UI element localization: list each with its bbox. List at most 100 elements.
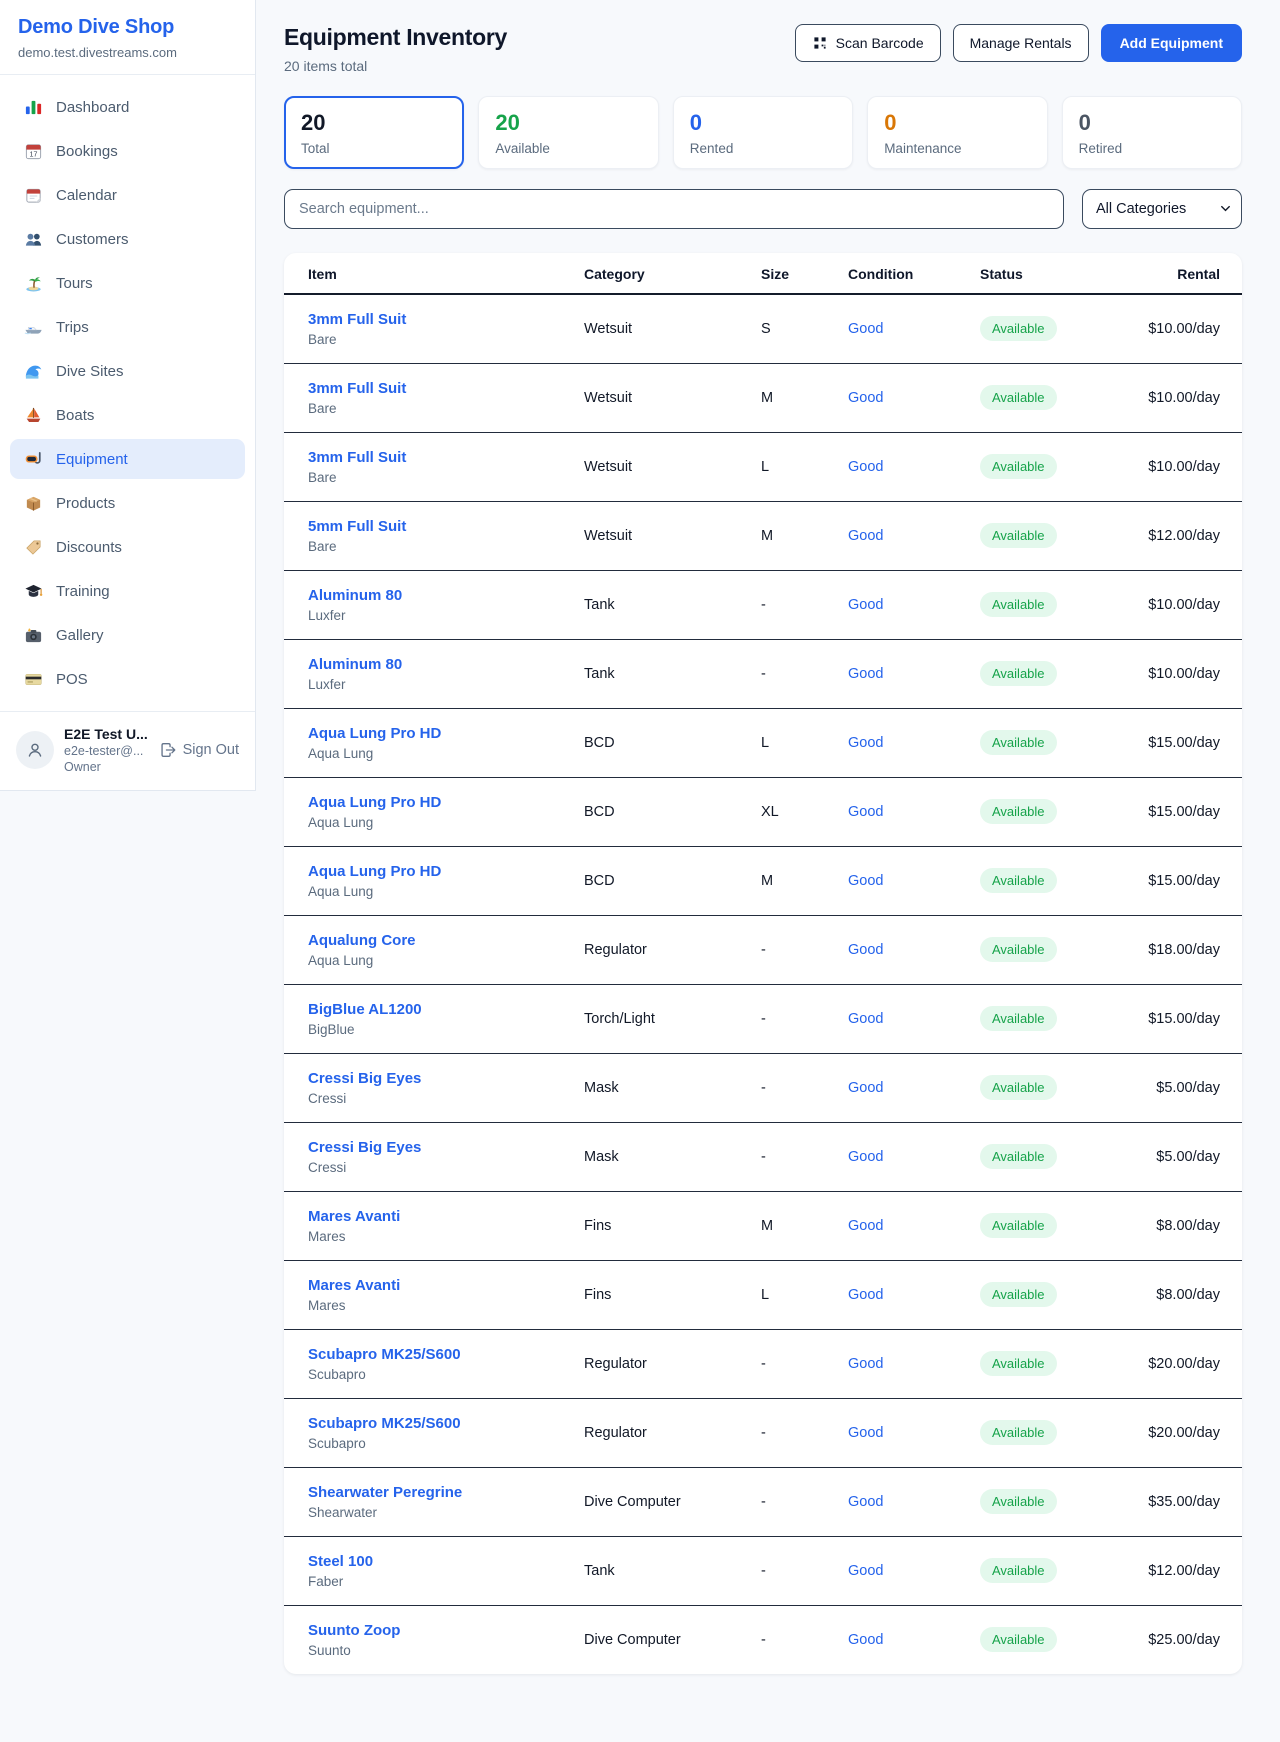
condition-link[interactable]: Good (848, 804, 883, 820)
condition-link[interactable]: Good (848, 1080, 883, 1096)
stat-label-total: Total (301, 141, 447, 156)
item-name-link[interactable]: Cressi Big Eyes (308, 1070, 584, 1087)
condition-link[interactable]: Good (848, 459, 883, 475)
item-name-link[interactable]: Suunto Zoop (308, 1622, 584, 1639)
person-icon (25, 740, 45, 760)
sidebar-item-dive-sites[interactable]: Dive Sites (10, 351, 245, 391)
scan-barcode-button[interactable]: Scan Barcode (795, 24, 941, 62)
table-row[interactable]: Shearwater Peregrine Shearwater Dive Com… (284, 1467, 1242, 1536)
table-row[interactable]: Aluminum 80 Luxfer Tank - Good Available… (284, 639, 1242, 708)
item-brand: Luxfer (308, 677, 584, 692)
item-name-link[interactable]: BigBlue AL1200 (308, 1001, 584, 1018)
table-row[interactable]: 5mm Full Suit Bare Wetsuit M Good Availa… (284, 501, 1242, 570)
sidebar-item-training[interactable]: Training (10, 571, 245, 611)
sidebar-item-trips[interactable]: Trips (10, 307, 245, 347)
category-select[interactable]: All Categories (1082, 189, 1242, 229)
table-row[interactable]: BigBlue AL1200 BigBlue Torch/Light - Goo… (284, 984, 1242, 1053)
item-category: Fins (584, 1260, 761, 1329)
item-name-link[interactable]: Aqua Lung Pro HD (308, 794, 584, 811)
item-rental: $10.00/day (1132, 432, 1242, 501)
table-row[interactable]: Aqua Lung Pro HD Aqua Lung BCD XL Good A… (284, 777, 1242, 846)
table-row[interactable]: Mares Avanti Mares Fins M Good Available… (284, 1191, 1242, 1260)
sidebar-item-customers[interactable]: Customers (10, 219, 245, 259)
brand-title[interactable]: Demo Dive Shop (18, 16, 237, 39)
condition-link[interactable]: Good (848, 321, 883, 337)
item-category: Regulator (584, 1398, 761, 1467)
sidebar-item-discounts[interactable]: Discounts (10, 527, 245, 567)
item-name-link[interactable]: Steel 100 (308, 1553, 584, 1570)
condition-link[interactable]: Good (848, 666, 883, 682)
item-name-link[interactable]: Scubapro MK25/S600 (308, 1346, 584, 1363)
condition-link[interactable]: Good (848, 1287, 883, 1303)
condition-link[interactable]: Good (848, 1632, 883, 1648)
sidebar-item-dashboard[interactable]: Dashboard (10, 87, 245, 127)
item-name-link[interactable]: Scubapro MK25/S600 (308, 1415, 584, 1432)
item-name-link[interactable]: Shearwater Peregrine (308, 1484, 584, 1501)
item-name-link[interactable]: Aqualung Core (308, 932, 584, 949)
item-name-link[interactable]: Cressi Big Eyes (308, 1139, 584, 1156)
table-row[interactable]: Aqualung Core Aqua Lung Regulator - Good… (284, 915, 1242, 984)
sidebar-item-equipment[interactable]: Equipment (10, 439, 245, 479)
table-row[interactable]: Steel 100 Faber Tank - Good Available $1… (284, 1536, 1242, 1605)
item-name-link[interactable]: Aqua Lung Pro HD (308, 725, 584, 742)
item-name-link[interactable]: 5mm Full Suit (308, 518, 584, 535)
item-name-link[interactable]: 3mm Full Suit (308, 380, 584, 397)
sidebar-item-tours[interactable]: Tours (10, 263, 245, 303)
status-badge: Available (980, 523, 1057, 548)
item-name-link[interactable]: Mares Avanti (308, 1208, 584, 1225)
table-row[interactable]: Suunto Zoop Suunto Dive Computer - Good … (284, 1605, 1242, 1674)
condition-link[interactable]: Good (848, 1218, 883, 1234)
table-row[interactable]: Aqua Lung Pro HD Aqua Lung BCD M Good Av… (284, 846, 1242, 915)
sidebar-item-pos[interactable]: POS (10, 659, 245, 699)
add-equipment-button[interactable]: Add Equipment (1101, 24, 1242, 62)
condition-link[interactable]: Good (848, 528, 883, 544)
condition-link[interactable]: Good (848, 597, 883, 613)
condition-link[interactable]: Good (848, 1425, 883, 1441)
table-row[interactable]: Scubapro MK25/S600 Scubapro Regulator - … (284, 1398, 1242, 1467)
status-badge: Available (980, 1351, 1057, 1376)
stat-card-retired[interactable]: 0 Retired (1062, 96, 1242, 169)
table-row[interactable]: Cressi Big Eyes Cressi Mask - Good Avail… (284, 1122, 1242, 1191)
condition-link[interactable]: Good (848, 942, 883, 958)
sidebar-item-gallery[interactable]: Gallery (10, 615, 245, 655)
item-name-link[interactable]: 3mm Full Suit (308, 449, 584, 466)
sidebar-item-bookings[interactable]: 17 Bookings (10, 131, 245, 171)
table-row[interactable]: Scubapro MK25/S600 Scubapro Regulator - … (284, 1329, 1242, 1398)
table-row[interactable]: Aqua Lung Pro HD Aqua Lung BCD L Good Av… (284, 708, 1242, 777)
condition-link[interactable]: Good (848, 1149, 883, 1165)
table-row[interactable]: 3mm Full Suit Bare Wetsuit M Good Availa… (284, 363, 1242, 432)
sign-out-button[interactable]: Sign Out (159, 741, 239, 759)
stat-value-retired: 0 (1079, 110, 1225, 136)
item-name-link[interactable]: Aqua Lung Pro HD (308, 863, 584, 880)
status-badge: Available (980, 592, 1057, 617)
item-rental: $15.00/day (1132, 708, 1242, 777)
sidebar-item-boats[interactable]: Boats (10, 395, 245, 435)
stat-card-available[interactable]: 20 Available (478, 96, 658, 169)
item-name-link[interactable]: Mares Avanti (308, 1277, 584, 1294)
sidebar-item-products[interactable]: Products (10, 483, 245, 523)
sidebar-item-calendar[interactable]: Calendar (10, 175, 245, 215)
condition-link[interactable]: Good (848, 1011, 883, 1027)
condition-link[interactable]: Good (848, 1356, 883, 1372)
item-category: Tank (584, 1536, 761, 1605)
stat-card-maintenance[interactable]: 0 Maintenance (867, 96, 1047, 169)
item-size: - (761, 915, 848, 984)
manage-rentals-button[interactable]: Manage Rentals (953, 24, 1089, 62)
table-row[interactable]: 3mm Full Suit Bare Wetsuit S Good Availa… (284, 294, 1242, 363)
condition-link[interactable]: Good (848, 1563, 883, 1579)
item-name-link[interactable]: Aluminum 80 (308, 656, 584, 673)
table-row[interactable]: Cressi Big Eyes Cressi Mask - Good Avail… (284, 1053, 1242, 1122)
condition-link[interactable]: Good (848, 873, 883, 889)
stat-card-total[interactable]: 20 Total (284, 96, 464, 169)
item-name-link[interactable]: Aluminum 80 (308, 587, 584, 604)
stat-card-rented[interactable]: 0 Rented (673, 96, 853, 169)
table-row[interactable]: 3mm Full Suit Bare Wetsuit L Good Availa… (284, 432, 1242, 501)
col-header-status: Status (980, 253, 1132, 294)
table-row[interactable]: Aluminum 80 Luxfer Tank - Good Available… (284, 570, 1242, 639)
condition-link[interactable]: Good (848, 390, 883, 406)
search-input[interactable] (284, 189, 1064, 229)
item-name-link[interactable]: 3mm Full Suit (308, 311, 584, 328)
condition-link[interactable]: Good (848, 735, 883, 751)
condition-link[interactable]: Good (848, 1494, 883, 1510)
table-row[interactable]: Mares Avanti Mares Fins L Good Available… (284, 1260, 1242, 1329)
